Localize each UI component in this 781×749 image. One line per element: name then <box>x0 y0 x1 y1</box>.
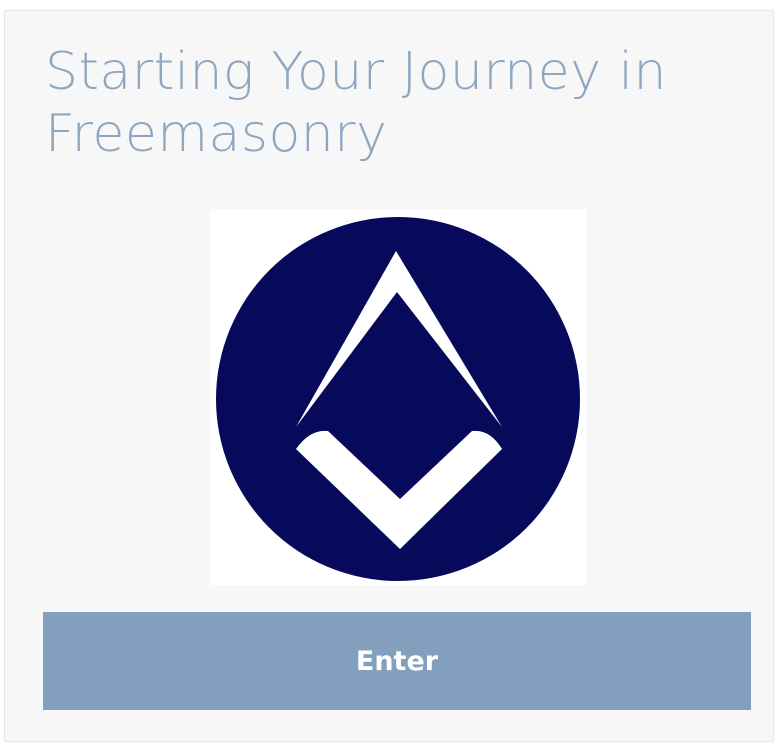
enter-button[interactable]: Enter <box>43 612 751 710</box>
card-title: Starting Your Journey in Freemasonry <box>45 42 667 164</box>
journey-card: Starting Your Journey in Freemasonry Ent… <box>4 10 774 742</box>
square-and-compass-icon <box>216 217 580 581</box>
freemasonry-logo <box>210 209 587 585</box>
